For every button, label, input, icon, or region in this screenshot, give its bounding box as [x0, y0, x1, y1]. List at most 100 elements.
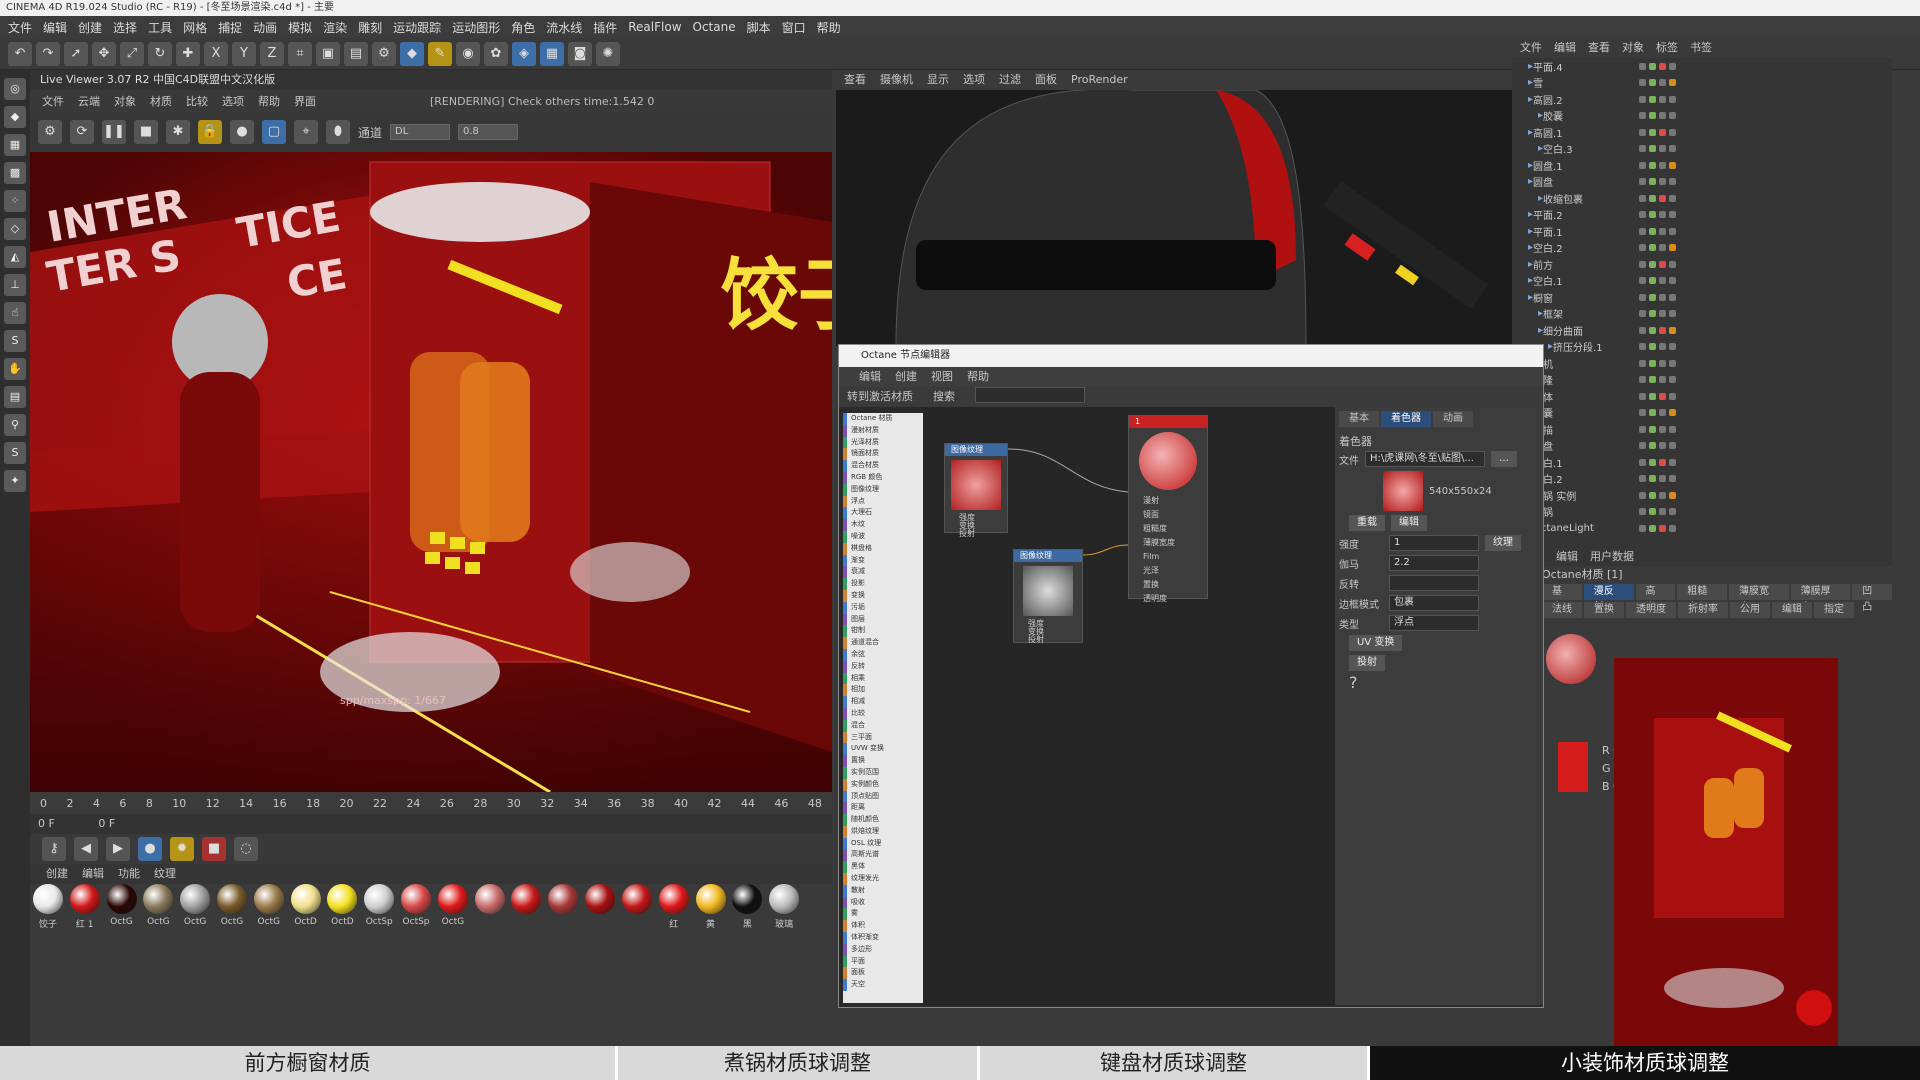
- render-settings-icon[interactable]: ✱: [166, 120, 190, 144]
- mat-menu-texture[interactable]: 纹理: [154, 864, 176, 884]
- node-category-item[interactable]: 烘焙纹理: [843, 825, 923, 838]
- node-category-item[interactable]: Octane 材质: [843, 413, 923, 425]
- tag-icon[interactable]: [1659, 326, 1666, 334]
- node-category-item[interactable]: 平面: [843, 955, 923, 968]
- tag-icon[interactable]: [1669, 145, 1676, 153]
- menu-edit[interactable]: 编辑: [43, 19, 67, 36]
- tag-icon[interactable]: [1659, 409, 1666, 417]
- attr-tab[interactable]: 凹凸: [1852, 584, 1892, 613]
- tag-icon[interactable]: [1659, 293, 1666, 301]
- tag-icon[interactable]: [1639, 475, 1646, 483]
- autokey-icon[interactable]: ✹: [170, 837, 194, 861]
- node-category-item[interactable]: 混合: [843, 719, 923, 732]
- visibility-dots[interactable]: [1639, 491, 1676, 499]
- object-row[interactable]: ▸ 克隆: [1512, 372, 1892, 389]
- mat-menu-edit[interactable]: 编辑: [82, 864, 104, 884]
- tag-icon[interactable]: [1649, 194, 1656, 202]
- tag-icon[interactable]: [1669, 491, 1676, 499]
- tag-icon[interactable]: [1659, 95, 1666, 103]
- node-category-item[interactable]: 图像纹理: [843, 483, 923, 496]
- node-port[interactable]: 变换: [1014, 628, 1082, 636]
- attr-tab[interactable]: 基本: [1542, 584, 1582, 613]
- tag-icon[interactable]: [1639, 310, 1646, 318]
- material-swatch[interactable]: OctG: [437, 884, 469, 940]
- object-row[interactable]: ▸ 高圆.1: [1512, 124, 1892, 141]
- object-row[interactable]: ▸ 空白.2: [1512, 240, 1892, 257]
- object-row[interactable]: ▸ 平面.2: [1512, 207, 1892, 224]
- symmetry-icon[interactable]: ⚲: [4, 414, 26, 436]
- visibility-dots[interactable]: [1639, 409, 1676, 417]
- tag-icon[interactable]: [1659, 244, 1666, 252]
- workplane-icon[interactable]: ▩: [4, 162, 26, 184]
- tag-icon[interactable]: [1669, 442, 1676, 450]
- lv-menu-materials[interactable]: 材质: [150, 93, 172, 109]
- tag-icon[interactable]: [1649, 359, 1656, 367]
- attr-menu-userdata[interactable]: 用户数据: [1590, 548, 1634, 566]
- object-row[interactable]: ▸ 空白.3: [1512, 141, 1892, 158]
- render-settings-icon[interactable]: ⚙: [372, 41, 396, 66]
- render-picture-icon[interactable]: ▤: [344, 41, 368, 66]
- menu-script[interactable]: 脚本: [747, 19, 771, 36]
- material-swatch[interactable]: 黑: [731, 884, 763, 940]
- lock-icon[interactable]: 🔒: [198, 120, 222, 144]
- tag-icon[interactable]: [1669, 310, 1676, 318]
- tag-icon[interactable]: [1649, 79, 1656, 87]
- move-icon[interactable]: ✥: [92, 41, 116, 66]
- tag-icon[interactable]: [1639, 62, 1646, 70]
- node-port[interactable]: 粗糙度: [1129, 522, 1207, 536]
- tag-icon[interactable]: [1649, 112, 1656, 120]
- menu-plugins[interactable]: 插件: [593, 19, 617, 36]
- tag-icon[interactable]: [1669, 524, 1676, 532]
- menu-mesh[interactable]: 网格: [183, 19, 207, 36]
- tag-icon[interactable]: [1639, 409, 1646, 417]
- rotate-icon[interactable]: ↻: [148, 41, 172, 66]
- material-swatch[interactable]: [511, 884, 543, 940]
- tag-icon[interactable]: [1649, 293, 1656, 301]
- visibility-dots[interactable]: [1639, 277, 1676, 285]
- tag-icon[interactable]: [1649, 128, 1656, 136]
- ne-menu-help[interactable]: 帮助: [967, 367, 989, 387]
- attr-tab[interactable]: 公用: [1730, 602, 1770, 618]
- tag-icon[interactable]: [1639, 458, 1646, 466]
- lv-menu-file[interactable]: 文件: [42, 93, 64, 109]
- tag-icon[interactable]: [1639, 227, 1646, 235]
- tag-icon[interactable]: [1649, 161, 1656, 169]
- om-menu-file[interactable]: 文件: [1520, 38, 1542, 58]
- node-category-item[interactable]: 噪波: [843, 530, 923, 543]
- object-row[interactable]: ▸ 胶囊: [1512, 108, 1892, 125]
- visibility-dots[interactable]: [1639, 194, 1676, 202]
- tag-icon[interactable]: [1669, 260, 1676, 268]
- node-category-item[interactable]: 散射: [843, 884, 923, 897]
- vp-menu-prorender[interactable]: ProRender: [1071, 70, 1128, 90]
- visibility-dots[interactable]: [1639, 145, 1676, 153]
- node-category-item[interactable]: 木纹: [843, 519, 923, 531]
- object-row[interactable]: ▸ 扫描: [1512, 421, 1892, 438]
- settings-gear-icon[interactable]: ⚙: [38, 120, 62, 144]
- pick-focus-icon[interactable]: ⌖: [294, 120, 318, 144]
- tag-icon[interactable]: [1639, 442, 1646, 450]
- menu-simulate[interactable]: 模拟: [288, 19, 312, 36]
- material-swatch[interactable]: OctG: [179, 884, 211, 940]
- material-swatch[interactable]: [474, 884, 506, 940]
- node-category-item[interactable]: 距离: [843, 802, 923, 815]
- edit-button[interactable]: 编辑: [1391, 515, 1427, 531]
- color-swatch[interactable]: [1558, 742, 1588, 792]
- tag-icon[interactable]: [1659, 62, 1666, 70]
- browse-button[interactable]: …: [1491, 451, 1517, 467]
- visibility-dots[interactable]: [1639, 161, 1676, 169]
- tag-icon[interactable]: [1649, 524, 1656, 532]
- mat-menu-function[interactable]: 功能: [118, 864, 140, 884]
- key-icon[interactable]: ⚷: [42, 837, 66, 861]
- tag-icon[interactable]: [1669, 244, 1676, 252]
- caption-chapter-3[interactable]: 键盘材质球调整: [980, 1046, 1370, 1080]
- visibility-dots[interactable]: [1639, 508, 1676, 516]
- search-input[interactable]: [975, 387, 1085, 403]
- object-row[interactable]: ▸ 平面.4: [1512, 58, 1892, 75]
- visibility-dots[interactable]: [1639, 211, 1676, 219]
- tag-icon[interactable]: [1659, 260, 1666, 268]
- menu-help[interactable]: 帮助: [817, 19, 841, 36]
- tag-icon[interactable]: [1669, 128, 1676, 136]
- node-category-item[interactable]: 大理石: [843, 507, 923, 520]
- attr-tab[interactable]: 粗糙度: [1677, 584, 1727, 613]
- visibility-dots[interactable]: [1639, 442, 1676, 450]
